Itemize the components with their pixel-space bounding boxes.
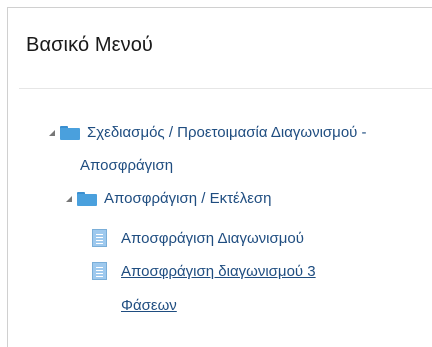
tree-leaf-unsealing-3-phases[interactable]: Αποσφράγιση διαγωνισμού 3 [92, 262, 316, 280]
folder-icon [60, 125, 80, 140]
tree-leaf-unsealing-tender[interactable]: Αποσφράγιση Διαγωνισμού [92, 229, 304, 247]
tree-node-label[interactable]: Σχεδιασμός / Προετοιμασία Διαγωνισμού - [87, 124, 367, 141]
collapse-triangle-icon[interactable] [49, 129, 55, 136]
tree-leaf-label-continued[interactable]: Φάσεων [121, 297, 177, 314]
document-icon [92, 262, 107, 280]
tree-leaf-label[interactable]: Αποσφράγιση διαγωνισμού 3 [121, 263, 316, 280]
collapse-triangle-icon[interactable] [66, 195, 72, 202]
folder-icon [77, 191, 97, 206]
document-icon [92, 229, 107, 247]
tree-node-label-continued[interactable]: Αποσφράγιση [80, 157, 173, 174]
tree-node-design-preparation[interactable]: Σχεδιασμός / Προετοιμασία Διαγωνισμού - [49, 124, 367, 141]
panel-title: Βασικό Μενού [26, 34, 153, 56]
tree-node-label[interactable]: Αποσφράγιση / Εκτέλεση [104, 190, 272, 207]
main-menu-panel [7, 7, 432, 347]
title-divider [19, 88, 432, 89]
tree-node-unsealing-execution[interactable]: Αποσφράγιση / Εκτέλεση [66, 190, 272, 207]
tree-leaf-label[interactable]: Αποσφράγιση Διαγωνισμού [121, 230, 304, 247]
